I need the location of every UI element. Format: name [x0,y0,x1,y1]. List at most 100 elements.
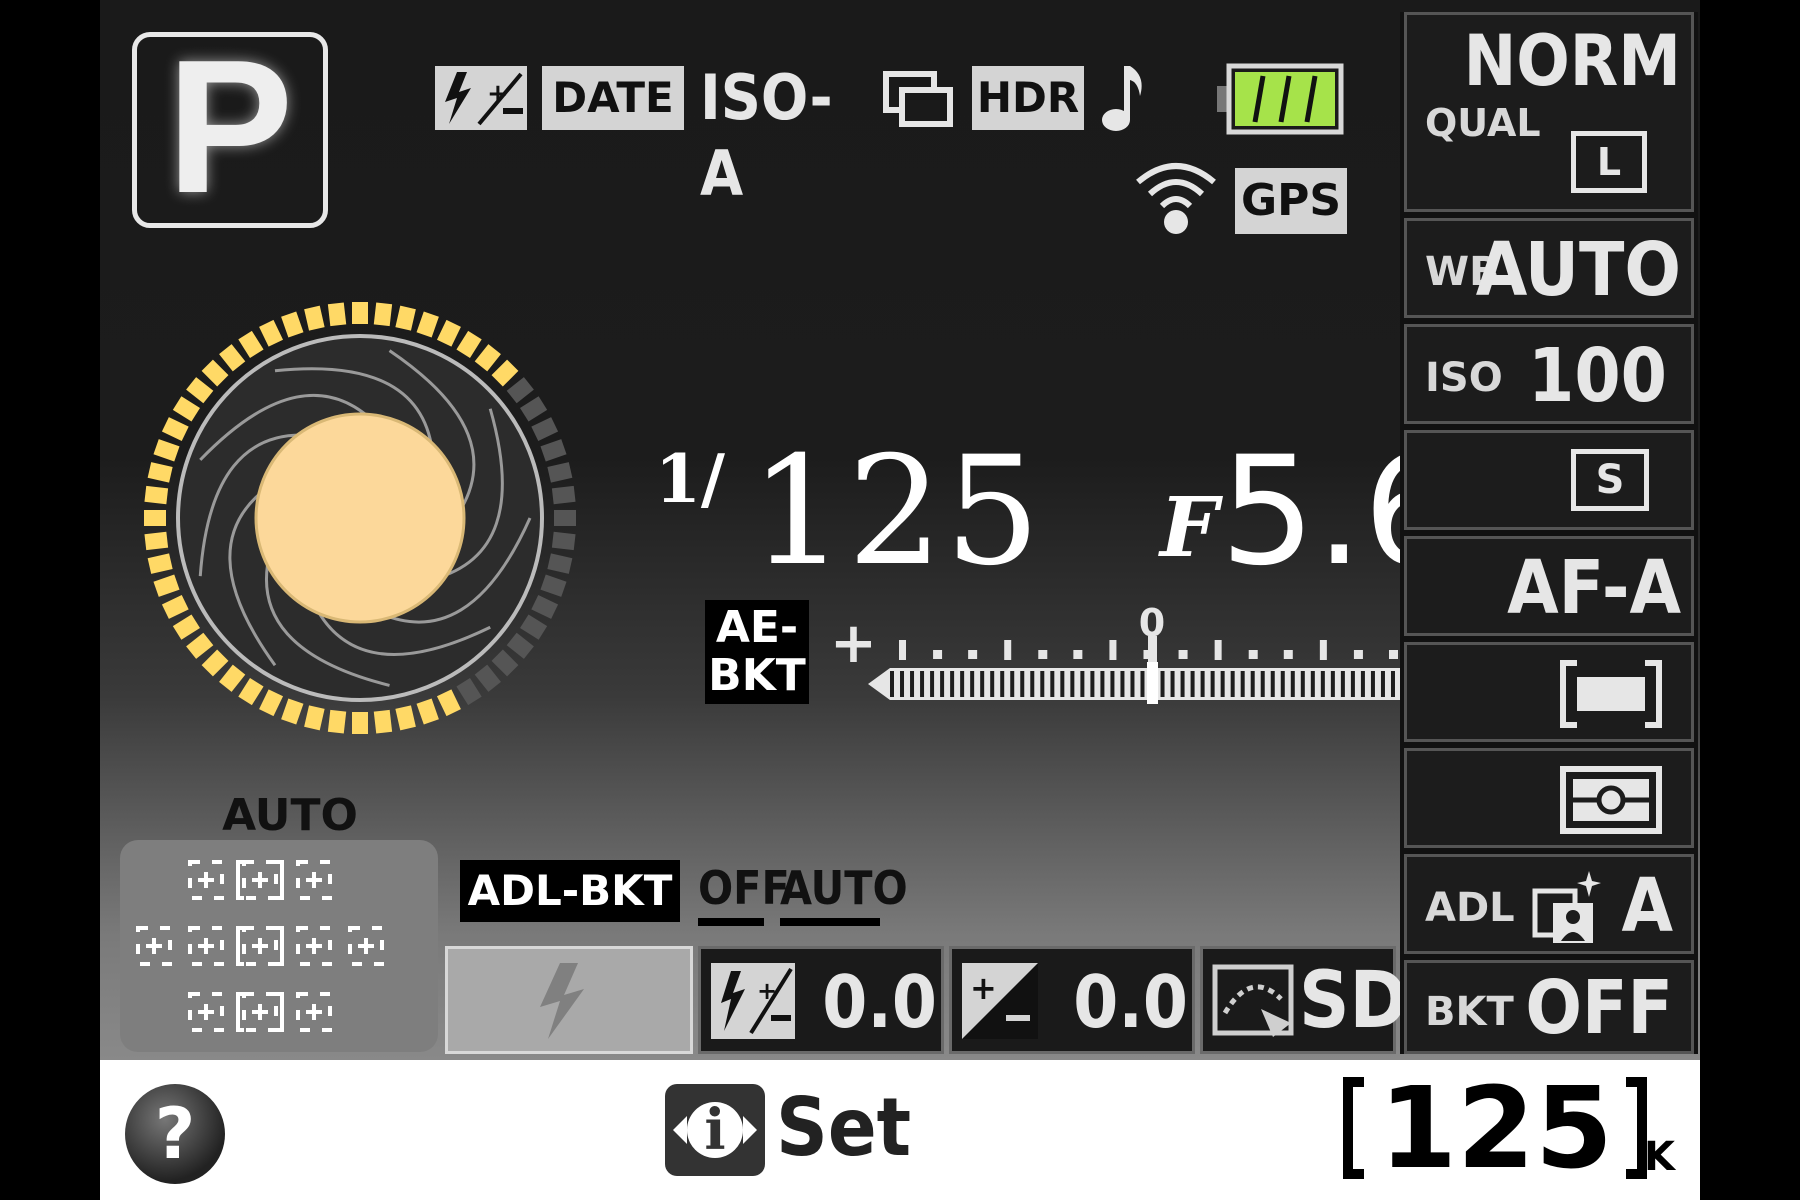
meter-bar-segment [1260,671,1265,697]
dial-segment [436,689,461,717]
meter-bar-segment [1090,671,1095,697]
meter-bar-segment [1210,671,1215,697]
af-point [296,860,332,900]
active-d-lighting-icon [1532,871,1601,943]
metering-cell[interactable] [1404,748,1694,848]
meter-scale-mark [1283,650,1293,659]
flash-compensation-icon: + [435,66,527,130]
picture-control-icon [1212,964,1294,1037]
meter-bar-segment [1050,671,1055,697]
meter-bar-segment [970,671,975,697]
meter-bar-segment [1380,671,1385,697]
dial-segment [436,319,461,347]
meter-plus-label: + [830,611,877,676]
image-quality-cell[interactable]: QUAL NORM L [1404,12,1694,212]
shots-remaining-value: 125 [1379,1064,1613,1194]
meter-bar-segment [1290,671,1295,697]
shutter-fraction-prefix: 1/ [655,440,745,520]
meter-scale-mark [1389,650,1398,659]
meter-scale-mark [1248,650,1258,659]
dial-segment [506,632,534,659]
dial-segment [144,531,169,551]
adl-bracket-label: ADL-BKT [460,860,680,922]
dial-segment [238,330,264,358]
meter-scale-mark [1073,650,1083,659]
i-button-letter: i [704,1097,726,1163]
dial-segment [327,302,347,327]
meter-bar-segment [1080,671,1085,697]
help-icon[interactable]: ? [125,1084,225,1184]
dial-segment [186,632,214,659]
meter-bar-segment [1140,671,1145,697]
af-area-cell[interactable] [1404,642,1694,742]
af-point [296,992,332,1032]
flash-compensation-box[interactable]: + 0.0 [698,946,944,1054]
exposure-meter: + − 0 [820,598,1480,708]
meter-bar-segment [1030,671,1035,697]
meter-scale-mark [933,650,943,659]
set-label: Set [776,1081,912,1174]
meter-bar-segment [900,671,905,697]
dial-segment [153,439,180,462]
meter-bar-segment [1200,671,1205,697]
shots-remaining-indicator: 125 K [1340,1064,1675,1194]
dial-segment [416,698,439,725]
meter-bar-segment [1060,671,1065,697]
exposure-compensation-icon: + [962,963,1038,1039]
af-point [348,926,384,966]
svg-text:+: + [757,977,777,1005]
beep-icon [1100,60,1150,136]
meter-bar-segment [1130,671,1135,697]
dial-segment [352,302,368,324]
dial-segment [395,705,416,731]
dial-segment [238,678,264,706]
meter-scale-mark [968,650,978,659]
dial-segment [259,689,284,717]
flash-compensation-small-icon: + [711,963,795,1039]
iso-sensitivity-label: ISO [1425,355,1503,401]
meter-bar-segment [1010,671,1015,697]
meter-scale-mark [1319,640,1327,660]
meter-bar-segment [1360,671,1365,697]
dial-segment [161,417,189,442]
adl-value: A [1621,863,1673,949]
adl-label: ADL [1425,885,1515,931]
i-button-icon[interactable]: i [665,1084,765,1176]
release-mode-value: S [1571,449,1649,511]
dial-segment [281,698,304,725]
meter-bar-segment [1160,671,1165,697]
meter-bar-segment [1040,671,1045,697]
dial-segment [219,664,246,692]
gps-indicator: GPS [1235,168,1347,234]
dial-segment [352,712,368,734]
white-balance-cell[interactable]: WB AUTO [1404,218,1694,318]
dial-segment [531,417,559,442]
exposure-compensation-box[interactable]: + 0.0 [949,946,1195,1054]
meter-bar-segment [1230,671,1235,697]
dial-segment [144,485,169,505]
hdr-indicator: HDR [972,66,1084,130]
dial-segment [147,553,173,574]
dial-segment [161,594,189,619]
dial-segment [491,649,519,677]
af-point [188,860,224,900]
meter-bar-segment [990,671,995,697]
adl-bracket-auto-option: AUTO [780,850,908,926]
iso-sensitivity-cell[interactable]: ISO 100 [1404,324,1694,424]
iso-auto-indicator: ISO-A [700,61,833,210]
bracketing-cell[interactable]: BKT OFF [1404,960,1694,1054]
focus-mode-cell[interactable]: AF-A [1404,536,1694,636]
release-mode-cell[interactable]: S [1404,430,1694,530]
flash-mode-box[interactable] [445,946,693,1054]
meter-bar-segment [1370,671,1375,697]
meter-bar-segment [1000,671,1005,697]
dial-segment [474,344,501,372]
right-settings-panel: QUAL NORM L WB AUTO ISO 100 S AF-A ADL A… [1400,12,1698,1054]
picture-control-value: SD [1299,956,1408,1046]
iso-sensitivity-value: 100 [1528,333,1667,419]
dial-segment [491,359,519,387]
meter-scale-mark [1038,650,1048,659]
picture-control-box[interactable]: SD [1200,946,1408,1054]
meter-bar-segment [930,671,935,697]
active-d-lighting-cell[interactable]: ADL A [1404,854,1694,954]
